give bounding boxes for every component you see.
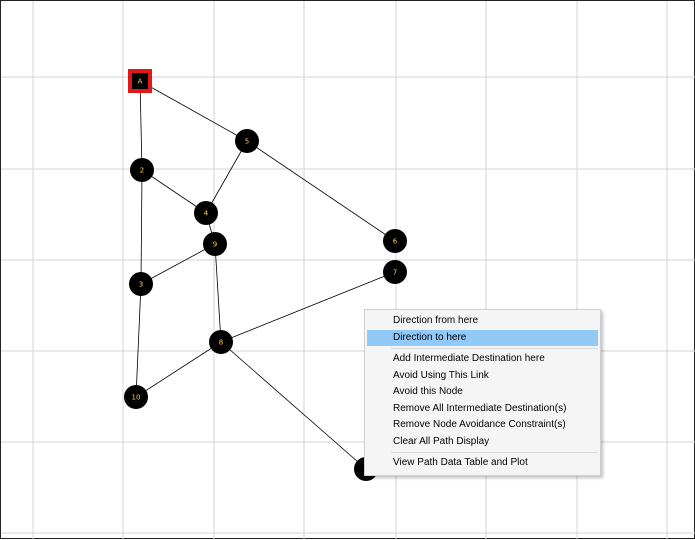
menu-item-direction-to-here[interactable]: Direction to here xyxy=(367,329,598,346)
node-7[interactable]: 7 xyxy=(383,260,407,284)
menu-item-clear-all-path-display[interactable]: Clear All Path Display xyxy=(367,434,598,451)
node-label: 10 xyxy=(132,394,141,402)
edge-10-8[interactable] xyxy=(135,341,222,398)
node-4[interactable]: 4 xyxy=(194,201,218,225)
menu-item-add-intermediate-destination-here[interactable]: Add Intermediate Destination here xyxy=(367,351,598,368)
node-10[interactable]: 10 xyxy=(124,385,148,409)
menu-item-remove-all-intermediate-destination-s[interactable]: Remove All Intermediate Destination(s) xyxy=(367,401,598,418)
node-label: 6 xyxy=(393,238,398,246)
edge-5-6[interactable] xyxy=(246,140,396,242)
menu-item-remove-node-avoidance-constraint-s[interactable]: Remove Node Avoidance Constraint(s) xyxy=(367,417,598,434)
edge-2-3[interactable] xyxy=(140,169,143,285)
node-5[interactable]: 5 xyxy=(235,129,259,153)
node-9[interactable]: 9 xyxy=(203,232,227,256)
node-3[interactable]: 3 xyxy=(129,272,153,296)
menu-item-view-path-data-table-and-plot[interactable]: View Path Data Table and Plot xyxy=(367,455,598,472)
menu-item-avoid-using-this-link[interactable]: Avoid Using This Link xyxy=(367,368,598,385)
menu-separator xyxy=(391,452,598,453)
node-6[interactable]: 6 xyxy=(383,229,407,253)
node-8[interactable]: 8 xyxy=(209,330,233,354)
edge-9-8[interactable] xyxy=(214,243,222,343)
menu-item-direction-from-here[interactable]: Direction from here xyxy=(367,313,598,330)
edge-8-11[interactable] xyxy=(220,341,367,470)
node-label: 9 xyxy=(213,241,217,249)
node-label: 3 xyxy=(139,281,143,289)
node-label: A xyxy=(138,78,143,86)
node-2[interactable]: 2 xyxy=(130,158,154,182)
node-label: 5 xyxy=(245,138,249,146)
node-label: 2 xyxy=(140,167,144,175)
node-label: 8 xyxy=(219,339,223,347)
context-menu: Direction from here Direction to here Add … xyxy=(364,309,601,476)
node-label: 7 xyxy=(393,269,397,277)
edge-5-4[interactable] xyxy=(205,140,248,214)
node-label: 4 xyxy=(204,210,209,218)
menu-separator xyxy=(391,348,598,349)
edge-3-10[interactable] xyxy=(135,283,142,398)
node-A[interactable]: A xyxy=(128,69,152,93)
edge-A-5[interactable] xyxy=(139,80,248,142)
edge-A-2[interactable] xyxy=(139,80,143,171)
menu-item-avoid-this-node[interactable]: Avoid this Node xyxy=(367,384,598,401)
edge-9-3[interactable] xyxy=(140,243,216,285)
